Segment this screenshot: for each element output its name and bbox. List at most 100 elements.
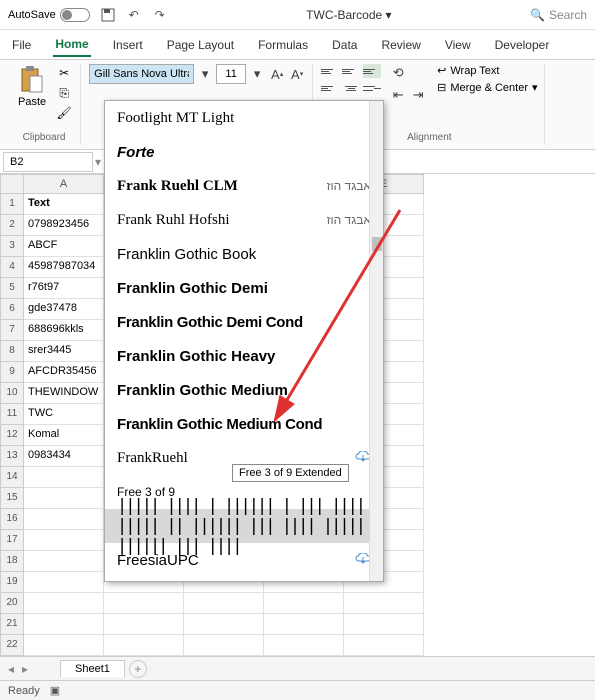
cell[interactable] [24,593,104,614]
row-header[interactable]: 13 [0,446,24,467]
row-header[interactable]: 17 [0,530,24,551]
save-icon[interactable] [100,7,116,23]
menu-developer[interactable]: Developer [493,34,552,56]
font-option[interactable]: Frank Ruhl Hofshiאבגד הוז [105,203,383,237]
cell[interactable] [104,593,184,614]
cell[interactable] [344,593,424,614]
align-top-icon[interactable] [321,64,339,78]
cell[interactable] [24,551,104,572]
cell[interactable]: ABCF [24,236,104,257]
font-option[interactable]: Franklin Gothic Demi [105,271,383,305]
cell[interactable] [264,635,344,656]
cell[interactable]: 0798923456 [24,215,104,236]
align-middle-icon[interactable] [342,64,360,78]
menu-review[interactable]: Review [379,34,422,56]
document-title[interactable]: TWC-Barcode ▾ [178,8,520,22]
menu-data[interactable]: Data [330,34,359,56]
row-header[interactable]: 11 [0,404,24,425]
row-header[interactable]: 20 [0,593,24,614]
cell[interactable]: 45987987034 [24,257,104,278]
cell[interactable] [24,488,104,509]
decrease-font-icon[interactable]: A▾ [288,65,306,83]
cell[interactable] [24,467,104,488]
menu-insert[interactable]: Insert [111,34,145,56]
record-macro-icon[interactable]: ▣ [50,684,60,697]
row-header[interactable]: 2 [0,215,24,236]
paste-button[interactable]: Paste [14,64,50,110]
row-header[interactable]: 12 [0,425,24,446]
cell[interactable]: TWC [24,404,104,425]
row-header[interactable]: 19 [0,572,24,593]
cell[interactable] [104,614,184,635]
cell[interactable] [24,572,104,593]
cell[interactable] [184,614,264,635]
row-header[interactable]: 16 [0,509,24,530]
cell[interactable] [184,635,264,656]
row-header[interactable]: 6 [0,299,24,320]
row-header[interactable]: 1 [0,194,24,215]
cell[interactable] [24,614,104,635]
font-dropdown-scrollbar[interactable] [369,101,383,581]
cell[interactable]: 688696kkls [24,320,104,341]
cell[interactable]: 0983434 [24,446,104,467]
font-option[interactable]: ||||| |||| | |||||| | ||| |||| ||||| || … [105,509,383,543]
cell[interactable] [264,614,344,635]
name-box-dropdown-icon[interactable]: ▾ [93,155,103,169]
row-header[interactable]: 8 [0,341,24,362]
row-header[interactable]: 7 [0,320,24,341]
tab-nav-prev-icon[interactable]: ◂ [8,662,14,676]
cell[interactable]: r76t97 [24,278,104,299]
menu-file[interactable]: File [10,34,33,56]
cell[interactable]: THEWINDOW [24,383,104,404]
align-right-icon[interactable] [363,81,381,95]
cell[interactable] [24,530,104,551]
row-header[interactable]: 22 [0,635,24,656]
font-option[interactable]: Franklin Gothic Book [105,237,383,271]
menu-page-layout[interactable]: Page Layout [165,34,236,56]
row-header[interactable]: 18 [0,551,24,572]
cell[interactable] [24,635,104,656]
cut-icon[interactable]: ✂ [54,64,74,82]
orientation-icon[interactable]: ⟲ [389,64,407,82]
cell[interactable]: Text [24,194,104,215]
menu-formulas[interactable]: Formulas [256,34,310,56]
row-header[interactable]: 5 [0,278,24,299]
font-option[interactable]: Freestyle Script [105,577,383,581]
size-dropdown-button[interactable]: ▾ [248,65,266,83]
align-left-icon[interactable] [321,81,339,95]
row-header[interactable]: 21 [0,614,24,635]
decrease-indent-icon[interactable]: ⇤ [389,86,407,104]
row-header[interactable]: 15 [0,488,24,509]
font-option[interactable]: Franklin Gothic Medium [105,373,383,407]
increase-font-icon[interactable]: A▴ [268,65,286,83]
add-sheet-button[interactable]: + [129,660,147,678]
cell[interactable]: srer3445 [24,341,104,362]
row-header[interactable]: 14 [0,467,24,488]
align-bottom-icon[interactable] [363,64,381,78]
row-header[interactable]: 10 [0,383,24,404]
cell[interactable] [104,635,184,656]
increase-indent-icon[interactable]: ⇥ [409,86,427,104]
tab-nav-next-icon[interactable]: ▸ [22,662,28,676]
font-name-input[interactable] [89,64,194,84]
redo-icon[interactable]: ↷ [152,7,168,23]
align-center-icon[interactable] [342,81,360,95]
cell[interactable] [344,614,424,635]
menu-view[interactable]: View [443,34,473,56]
row-header[interactable]: 3 [0,236,24,257]
font-dropdown-button[interactable]: ▾ [196,65,214,83]
row-header[interactable]: 9 [0,362,24,383]
select-all-corner[interactable] [0,174,24,194]
font-option[interactable]: Forte [105,135,383,169]
copy-icon[interactable]: ⎘ [54,84,74,102]
cell[interactable]: Komal [24,425,104,446]
row-header[interactable]: 4 [0,257,24,278]
font-option[interactable]: Frank Ruehl CLMאבגד הוז [105,169,383,203]
autosave-toggle[interactable]: AutoSave [8,8,90,22]
format-painter-icon[interactable]: 🖌 [54,104,74,122]
merge-center-button[interactable]: ⊟ Merge & Center ▾ [437,81,537,94]
wrap-text-button[interactable]: ↩ Wrap Text [437,64,537,77]
cell[interactable] [264,593,344,614]
font-size-input[interactable] [216,64,246,84]
cell[interactable]: AFCDR35456 [24,362,104,383]
